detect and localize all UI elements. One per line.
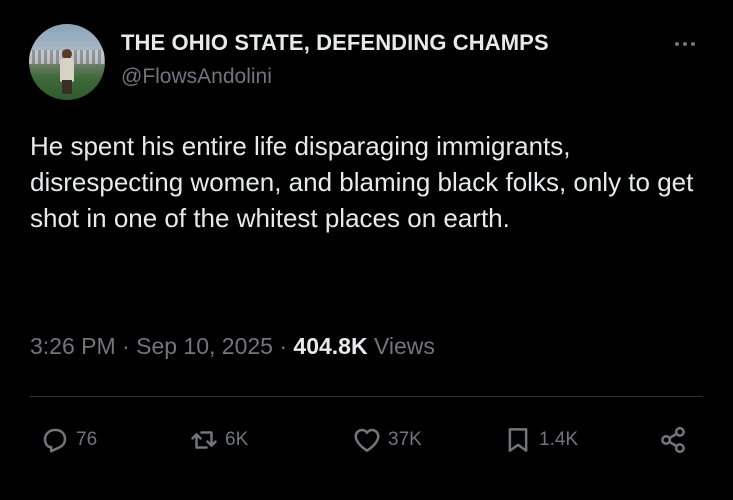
share-button[interactable] [658,420,688,460]
views-label: Views [367,333,435,359]
reply-count: 76 [76,429,98,450]
author-handle[interactable]: @FlowsAndolini [121,65,272,89]
meta-separator: · [272,333,294,359]
avatar[interactable] [29,24,105,100]
bookmark-icon [508,428,528,452]
like-button[interactable]: 37K [352,420,422,460]
like-icon [354,428,380,452]
action-bar: 76 6K 37K 1.4K [0,420,733,460]
tweet-time[interactable]: 3:26 PM [30,333,116,359]
bookmark-button[interactable]: 1.4K [503,420,578,460]
share-icon [661,426,685,454]
avatar-person-body [60,58,74,82]
like-count: 37K [388,429,422,450]
reply-button[interactable]: 76 [40,420,97,460]
reply-icon [43,428,67,453]
tweet-meta: 3:26 PM · Sep 10, 2025 · 404.8K Views [30,333,435,360]
bookmark-count: 1.4K [539,429,579,450]
views-count: 404.8K [293,333,368,359]
meta-separator: · [115,333,137,359]
tweet-text: He spent his entire life disparaging imm… [30,131,694,233]
author-display-name[interactable]: THE OHIO STATE, DEFENDING CHAMPS [121,30,549,56]
repost-icon [191,431,217,449]
avatar-person-legs [62,80,72,94]
divider [30,396,703,397]
more-icon[interactable] [668,32,702,56]
tweet-date[interactable]: Sep 10, 2025 [136,333,273,359]
repost-button[interactable]: 6K [189,420,248,460]
repost-count: 6K [225,429,249,450]
